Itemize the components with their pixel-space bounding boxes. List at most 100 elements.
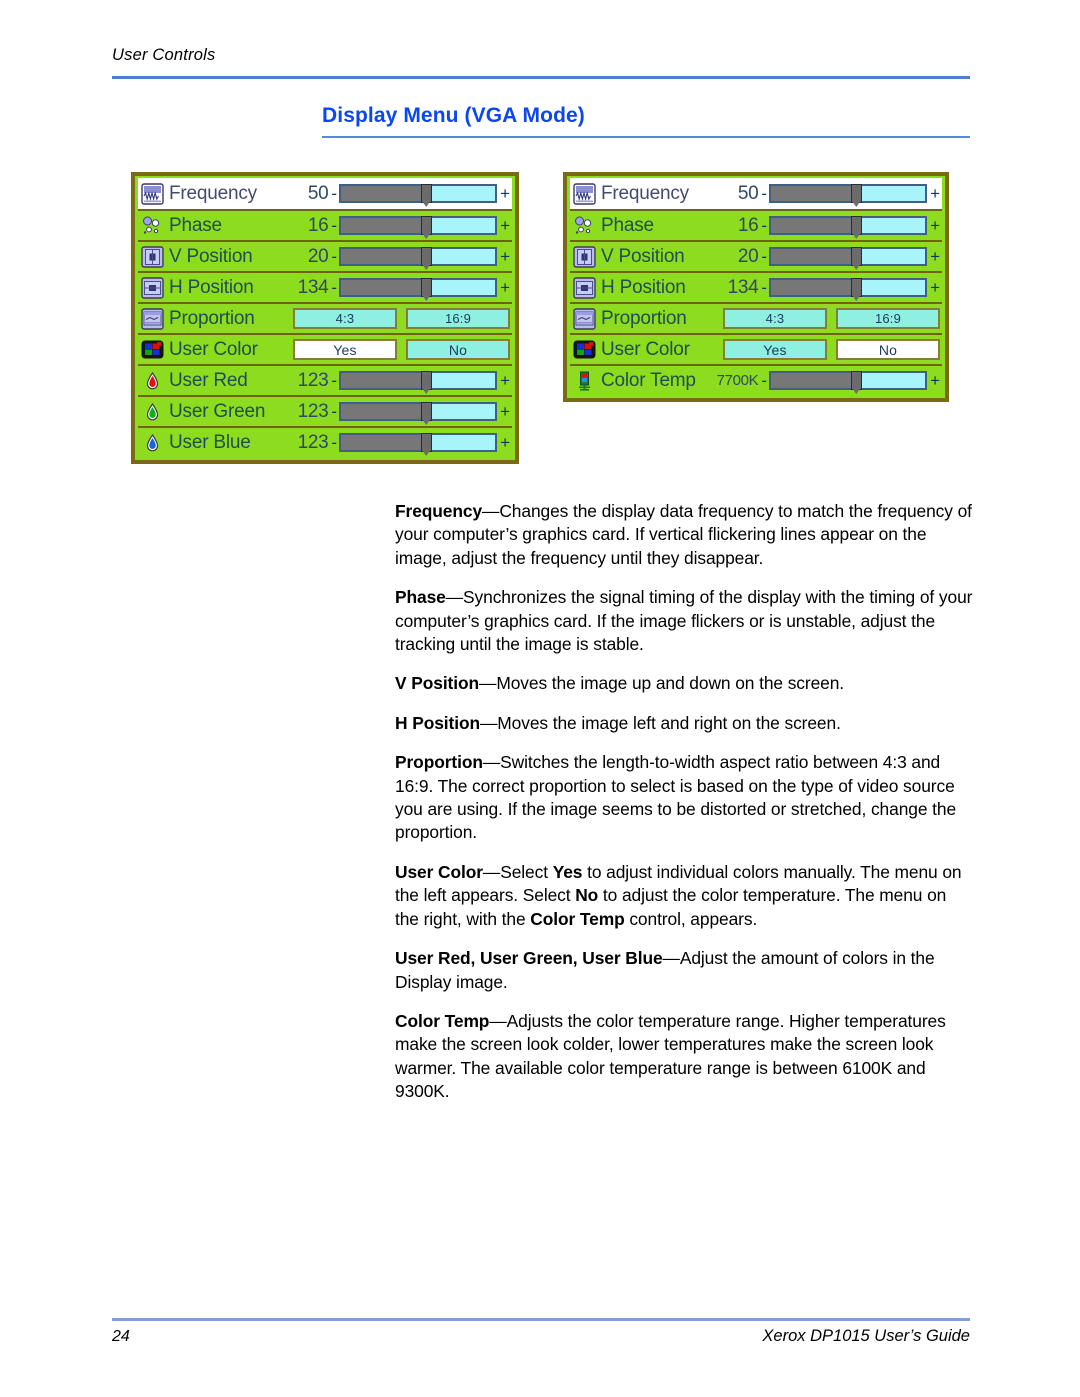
osd-row-user-red[interactable]: User Red 123- + xyxy=(138,364,512,395)
decrement-button[interactable]: - xyxy=(761,217,767,234)
slider-thumb[interactable] xyxy=(420,402,432,421)
v-position-icon xyxy=(573,245,596,268)
slider-thumb[interactable] xyxy=(420,216,432,235)
slider-fill xyxy=(341,404,426,419)
paragraph-dash: — xyxy=(480,712,498,733)
body-text-column: Frequency—Changes the display data frequ… xyxy=(395,500,973,1120)
osd-option-no[interactable]: No xyxy=(836,339,940,360)
osd-row-label: V Position xyxy=(601,245,685,267)
slider-thumb[interactable] xyxy=(420,247,432,266)
paragraph-term: Color Temp xyxy=(395,1010,490,1031)
osd-row-label: User Color xyxy=(601,338,690,360)
slider-fill xyxy=(341,280,426,295)
user-color-icon xyxy=(141,339,164,361)
osd-row-proportion[interactable]: Proportion 4:3 16:9 xyxy=(138,302,512,333)
slider-thumb[interactable] xyxy=(420,433,432,452)
osd-option-yes[interactable]: Yes xyxy=(293,339,397,360)
osd-value: 20 xyxy=(737,245,759,267)
osd-row-label: Proportion xyxy=(601,307,687,329)
body-paragraph: Color Temp—Adjusts the color temperature… xyxy=(395,1010,973,1104)
osd-row-label: V Position xyxy=(169,245,253,267)
osd-option-4-3[interactable]: 4:3 xyxy=(723,308,827,329)
decrement-button[interactable]: - xyxy=(761,279,767,296)
osd-slider[interactable] xyxy=(339,184,498,203)
increment-button[interactable]: + xyxy=(930,279,942,296)
osd-option-16-9[interactable]: 16:9 xyxy=(406,308,510,329)
document-page: User Controls Display Menu (VGA Mode) Fr… xyxy=(0,0,1080,1397)
osd-slider[interactable] xyxy=(769,278,928,297)
increment-button[interactable]: + xyxy=(500,372,512,389)
osd-row-v-position[interactable]: V Position 20- + xyxy=(138,240,512,271)
osd-option-yes[interactable]: Yes xyxy=(723,339,827,360)
slider-thumb[interactable] xyxy=(420,371,432,390)
osd-option-16-9[interactable]: 16:9 xyxy=(836,308,940,329)
osd-slider[interactable] xyxy=(339,216,498,235)
increment-button[interactable]: + xyxy=(500,185,512,202)
osd-row-h-position[interactable]: H Position 134- + xyxy=(138,271,512,302)
osd-value: 134 xyxy=(727,276,759,298)
slider-fill xyxy=(341,218,426,233)
increment-button[interactable]: + xyxy=(500,217,512,234)
osd-value: 7700K xyxy=(716,372,759,389)
frequency-icon xyxy=(141,182,164,205)
osd-row-phase[interactable]: Phase 16- + xyxy=(138,209,512,240)
paragraph-dash: — xyxy=(482,752,501,773)
osd-row-h-position[interactable]: H Position 134- + xyxy=(570,271,942,302)
decrement-button[interactable]: - xyxy=(331,185,337,202)
decrement-button[interactable]: - xyxy=(331,217,337,234)
user-red-icon xyxy=(141,370,164,392)
osd-slider[interactable] xyxy=(339,371,498,390)
osd-row-frequency[interactable]: Frequency 50- + xyxy=(570,178,942,209)
increment-button[interactable]: + xyxy=(930,248,942,265)
slider-thumb[interactable] xyxy=(850,184,862,203)
slider-thumb[interactable] xyxy=(420,184,432,203)
osd-row-v-position[interactable]: V Position 20- + xyxy=(570,240,942,271)
osd-slider[interactable] xyxy=(339,433,498,452)
slider-thumb[interactable] xyxy=(850,216,862,235)
decrement-button[interactable]: - xyxy=(761,185,767,202)
slider-thumb[interactable] xyxy=(850,371,862,390)
slider-thumb[interactable] xyxy=(850,278,862,297)
osd-row-user-blue[interactable]: User Blue 123- + xyxy=(138,426,512,457)
osd-row-user-color[interactable]: User Color Yes No xyxy=(570,333,942,364)
osd-slider[interactable] xyxy=(339,247,498,266)
paragraph-dash: — xyxy=(482,861,501,882)
osd-row-phase[interactable]: Phase 16- + xyxy=(570,209,942,240)
osd-row-frequency[interactable]: Frequency 50- + xyxy=(138,178,512,209)
osd-option-no[interactable]: No xyxy=(406,339,510,360)
decrement-button[interactable]: - xyxy=(331,372,337,389)
paragraph-text: control, appears. xyxy=(624,908,758,929)
osd-slider[interactable] xyxy=(339,278,498,297)
osd-option-4-3[interactable]: 4:3 xyxy=(293,308,397,329)
osd-row-user-color[interactable]: User Color Yes No xyxy=(138,333,512,364)
decrement-button[interactable]: - xyxy=(761,372,767,389)
increment-button[interactable]: + xyxy=(500,403,512,420)
decrement-button[interactable]: - xyxy=(331,434,337,451)
decrement-button[interactable]: - xyxy=(331,248,337,265)
osd-row-user-green[interactable]: User Green 123- + xyxy=(138,395,512,426)
osd-slider[interactable] xyxy=(769,184,928,203)
v-position-icon xyxy=(141,245,164,268)
increment-button[interactable]: + xyxy=(930,185,942,202)
slider-fill xyxy=(341,186,426,201)
slider-thumb[interactable] xyxy=(850,247,862,266)
decrement-button[interactable]: - xyxy=(331,279,337,296)
paragraph-text: Synchronizes the signal timing of the di… xyxy=(395,587,973,655)
osd-row-proportion[interactable]: Proportion 4:3 16:9 xyxy=(570,302,942,333)
osd-slider[interactable] xyxy=(339,402,498,421)
osd-row-color-temp[interactable]: Color Temp 7700K - + xyxy=(570,364,942,395)
phase-icon xyxy=(141,215,164,237)
osd-value: 16 xyxy=(737,214,759,236)
osd-slider[interactable] xyxy=(769,247,928,266)
slider-fill xyxy=(771,373,856,388)
decrement-button[interactable]: - xyxy=(331,403,337,420)
increment-button[interactable]: + xyxy=(930,217,942,234)
increment-button[interactable]: + xyxy=(500,248,512,265)
increment-button[interactable]: + xyxy=(500,434,512,451)
increment-button[interactable]: + xyxy=(500,279,512,296)
osd-slider[interactable] xyxy=(769,371,928,390)
osd-slider[interactable] xyxy=(769,216,928,235)
slider-thumb[interactable] xyxy=(420,278,432,297)
decrement-button[interactable]: - xyxy=(761,248,767,265)
increment-button[interactable]: + xyxy=(930,372,942,389)
